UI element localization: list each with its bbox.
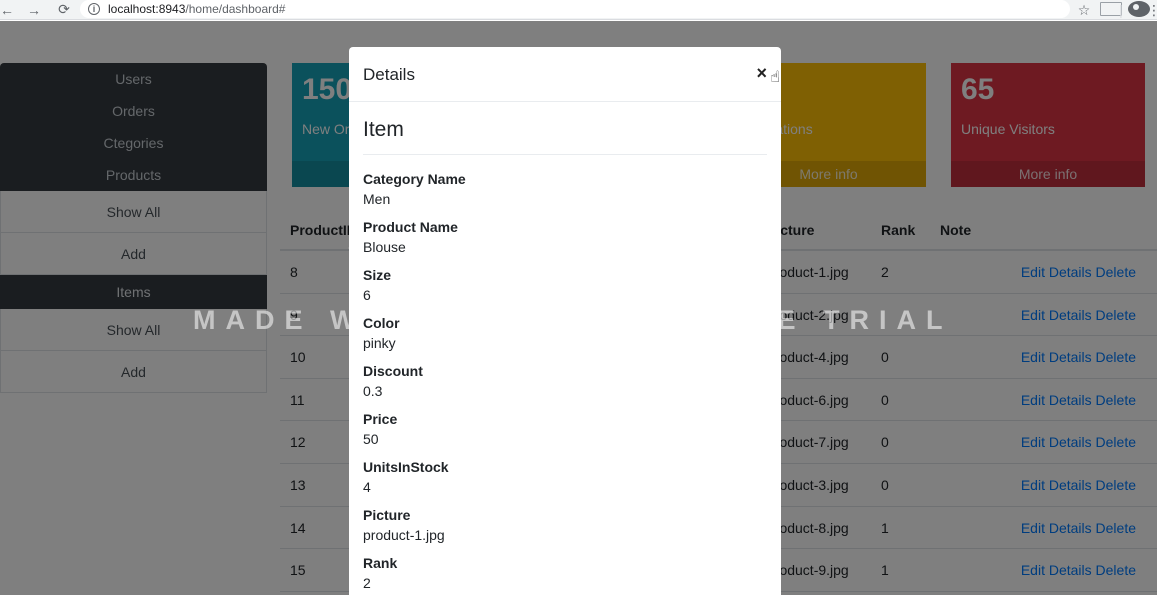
profile-icon[interactable]	[1125, 0, 1150, 20]
field-label: Discount	[363, 363, 423, 379]
detail-field: Picture product-1.jpg	[363, 507, 767, 547]
field-label: Color	[363, 315, 400, 331]
field-value: 0.3	[363, 383, 383, 399]
detail-field: Discount 0.3	[363, 363, 767, 403]
url-host: localhost:8943	[108, 2, 186, 16]
item-heading: Item	[363, 118, 767, 155]
field-label: Product Name	[363, 219, 458, 235]
detail-field: Color pinky	[363, 315, 767, 355]
extension-icon[interactable]	[1095, 1, 1122, 19]
field-label: UnitsInStock	[363, 459, 449, 475]
info-icon[interactable]: i	[88, 3, 100, 15]
field-value: 6	[363, 287, 371, 303]
detail-field: UnitsInStock 4	[363, 459, 767, 499]
back-arrow-icon[interactable]: ←	[0, 0, 14, 20]
field-label: Size	[363, 267, 392, 283]
field-value: 4	[363, 479, 371, 495]
forward-arrow-icon[interactable]: →	[24, 0, 44, 20]
field-label: Picture	[363, 507, 411, 523]
separator: |	[1119, 2, 1123, 18]
url-path: /home/dashboard#	[185, 2, 286, 16]
field-value: 50	[363, 431, 379, 447]
field-label: Rank	[363, 555, 398, 571]
modal-body: Item Category Name Men Product Name Blouse S…	[349, 102, 781, 595]
modal-title: Details	[363, 65, 415, 84]
field-value: pinky	[363, 335, 396, 351]
reload-icon[interactable]: ⟳	[54, 0, 74, 20]
detail-field: Category Name Men	[363, 171, 767, 211]
field-label: Category Name	[363, 171, 466, 187]
details-modal: Details × ☝ Item Category Name Men Product…	[349, 47, 781, 595]
modal-header: Details × ☝	[349, 47, 781, 102]
field-value: Men	[363, 191, 391, 207]
bookmark-star-icon[interactable]: ☆	[1073, 2, 1095, 19]
browser-toolbar: ← → ⟳ i localhost:8943/home/dashboard# ☆…	[0, 0, 1157, 20]
field-value: product-1.jpg	[363, 527, 445, 543]
detail-field: Product Name Blouse	[363, 219, 767, 259]
hand-cursor-icon: ☝	[770, 69, 780, 86]
field-value: 2	[363, 575, 371, 591]
detail-field: Price 50	[363, 411, 767, 451]
close-button[interactable]: ×	[756, 63, 767, 84]
address-bar[interactable]: i localhost:8943/home/dashboard#	[80, 0, 1070, 18]
field-label: Price	[363, 411, 398, 427]
detail-field: Size 6	[363, 267, 767, 307]
detail-field: Rank 2	[363, 555, 767, 595]
field-value: Blouse	[363, 239, 406, 255]
